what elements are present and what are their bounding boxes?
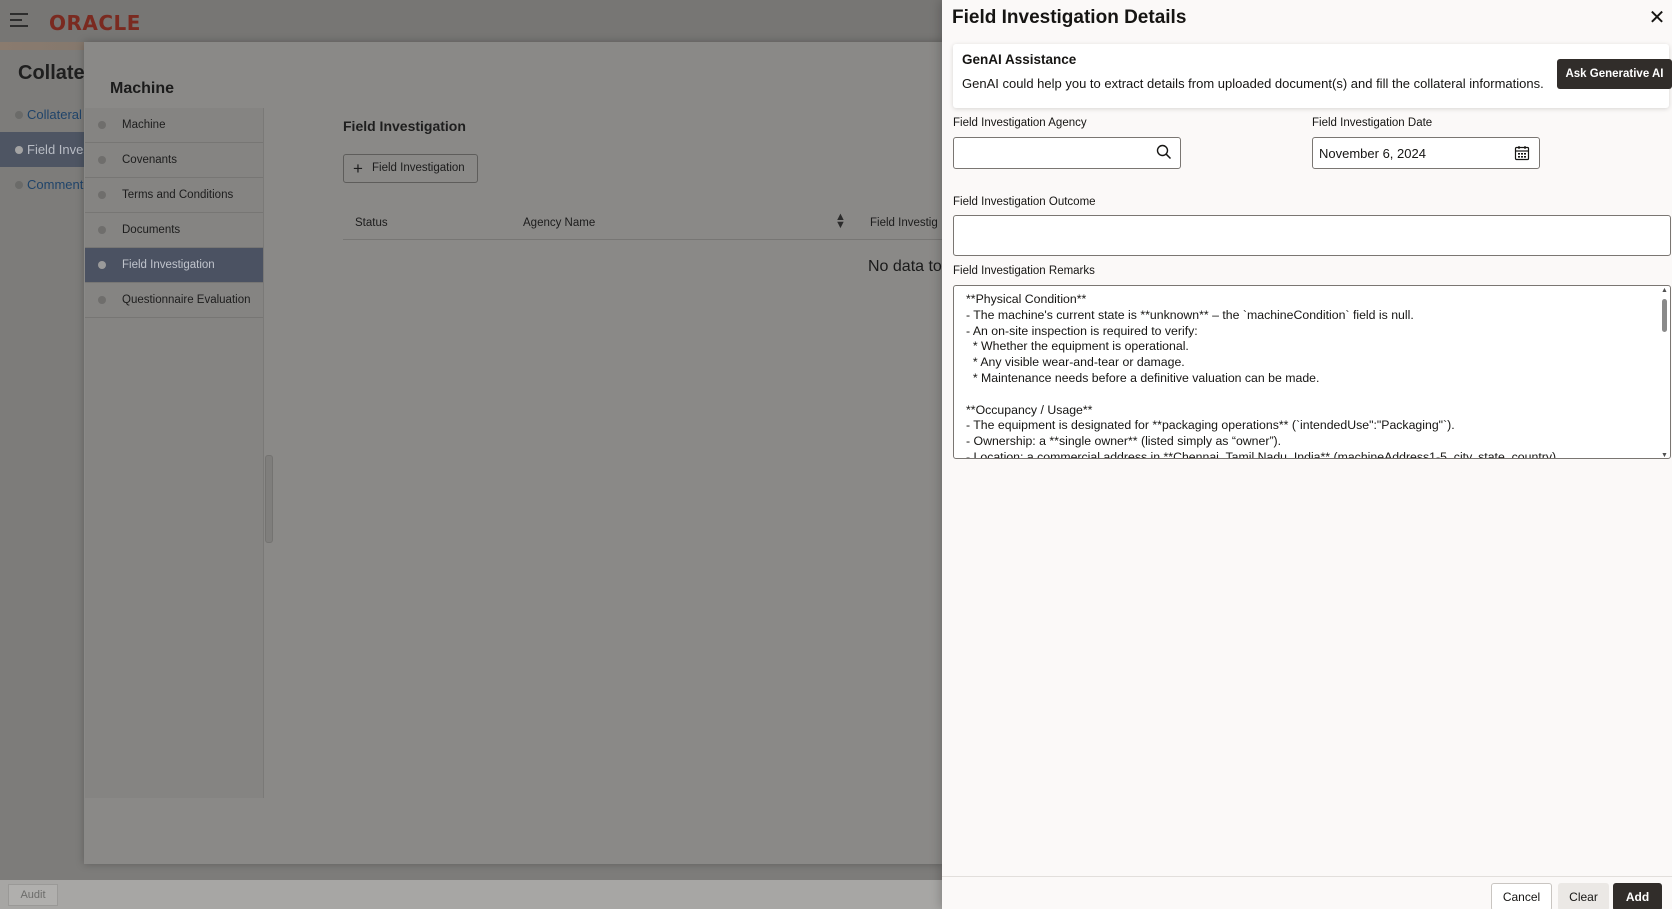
outcome-input[interactable] xyxy=(953,215,1671,256)
genai-title: GenAI Assistance xyxy=(962,52,1077,67)
step-questionnaire-evaluation[interactable]: Questionnaire Evaluation xyxy=(85,283,263,318)
plus-icon: + xyxy=(353,159,363,178)
step-dot-icon xyxy=(98,156,106,164)
nav-item-collateral[interactable]: Collateral xyxy=(0,97,85,132)
nav-dot-icon xyxy=(15,111,23,119)
empty-table-message: No data to xyxy=(868,258,942,275)
add-button[interactable]: Add xyxy=(1613,883,1662,909)
drawer-footer-divider xyxy=(942,876,1672,877)
remarks-value: **Physical Condition** - The machine's c… xyxy=(966,292,1560,459)
ask-generative-ai-button[interactable]: Ask Generative AI xyxy=(1557,59,1672,89)
close-icon[interactable]: ✕ xyxy=(1648,8,1666,28)
audit-button[interactable]: Audit xyxy=(8,884,58,906)
step-documents[interactable]: Documents xyxy=(85,213,263,248)
step-label: Terms and Conditions xyxy=(122,189,234,201)
nav-item-comments[interactable]: Comment xyxy=(0,167,85,202)
panel-splitter[interactable] xyxy=(265,455,273,543)
scrollbar-thumb[interactable] xyxy=(1662,299,1667,332)
step-dot-icon xyxy=(98,191,106,199)
scroll-up-icon[interactable]: ▲ xyxy=(1661,287,1668,294)
nav-dot-icon xyxy=(15,146,23,154)
cancel-button[interactable]: Cancel xyxy=(1491,883,1552,909)
calendar-icon[interactable] xyxy=(1514,145,1530,161)
column-agency-name[interactable]: Agency Name xyxy=(523,217,595,229)
step-label: Documents xyxy=(122,224,181,236)
step-label: Machine xyxy=(122,119,166,131)
step-dot-icon xyxy=(98,296,106,304)
genai-description: GenAI could help you to extract details … xyxy=(962,76,1544,91)
clear-button[interactable]: Clear xyxy=(1558,883,1609,909)
date-value: November 6, 2024 xyxy=(1319,146,1426,161)
nav-item-label: Collateral xyxy=(27,107,82,122)
column-status[interactable]: Status xyxy=(355,217,388,229)
agency-label: Field Investigation Agency xyxy=(953,117,1087,129)
audit-bar xyxy=(0,880,944,909)
step-label: Questionnaire Evaluation xyxy=(122,294,251,306)
field-investigation-heading: Field Investigation xyxy=(343,118,466,134)
step-label: Covenants xyxy=(122,154,177,166)
nav-dot-icon xyxy=(15,181,23,189)
nav-item-field-investigation[interactable]: Field Inves xyxy=(0,132,85,167)
hamburger-menu-icon[interactable] xyxy=(10,13,28,27)
date-input[interactable]: November 6, 2024 xyxy=(1312,137,1540,169)
oracle-logo: ORACLE xyxy=(49,11,141,35)
step-covenants[interactable]: Covenants xyxy=(85,143,263,178)
column-field-investigation[interactable]: Field Investig xyxy=(870,217,938,229)
add-field-investigation-button[interactable]: + Field Investigation xyxy=(343,154,478,183)
add-field-investigation-label: Field Investigation xyxy=(372,162,465,174)
step-label: Field Investigation xyxy=(122,259,215,271)
field-investigation-drawer: Field Investigation Details ✕ GenAI Assi… xyxy=(942,0,1672,909)
remarks-textarea[interactable]: **Physical Condition** - The machine's c… xyxy=(953,285,1671,459)
page-nav: Collateral Field Inves Comment xyxy=(0,97,85,202)
page-title: Collater xyxy=(18,62,93,84)
step-train: Machine Covenants Terms and Conditions D… xyxy=(85,108,264,798)
step-machine[interactable]: Machine xyxy=(85,108,263,143)
nav-item-label: Comment xyxy=(27,177,84,192)
drawer-title: Field Investigation Details xyxy=(952,7,1187,28)
nav-item-label: Field Inves xyxy=(27,142,85,157)
scroll-down-icon[interactable]: ▼ xyxy=(1661,452,1668,458)
step-field-investigation[interactable]: Field Investigation xyxy=(85,248,263,283)
agency-search-input[interactable] xyxy=(953,137,1181,169)
sort-icon[interactable]: ▲ ▼ xyxy=(835,212,846,231)
step-terms-and-conditions[interactable]: Terms and Conditions xyxy=(85,178,263,213)
search-icon[interactable] xyxy=(1156,144,1172,160)
step-dot-icon xyxy=(98,226,106,234)
remarks-scrollbar[interactable]: ▲ ▼ xyxy=(1660,287,1669,458)
machine-dialog-title: Machine xyxy=(110,80,175,97)
step-dot-icon xyxy=(98,121,106,129)
genai-assistance-card: GenAI Assistance GenAI could help you to… xyxy=(953,44,1672,108)
remarks-label: Field Investigation Remarks xyxy=(953,265,1095,277)
step-dot-icon xyxy=(98,261,106,269)
date-label: Field Investigation Date xyxy=(1312,117,1433,129)
field-investigation-table-header: Status Agency Name ▲ ▼ Field Investig xyxy=(343,205,943,240)
outcome-label: Field Investigation Outcome xyxy=(953,196,1096,208)
